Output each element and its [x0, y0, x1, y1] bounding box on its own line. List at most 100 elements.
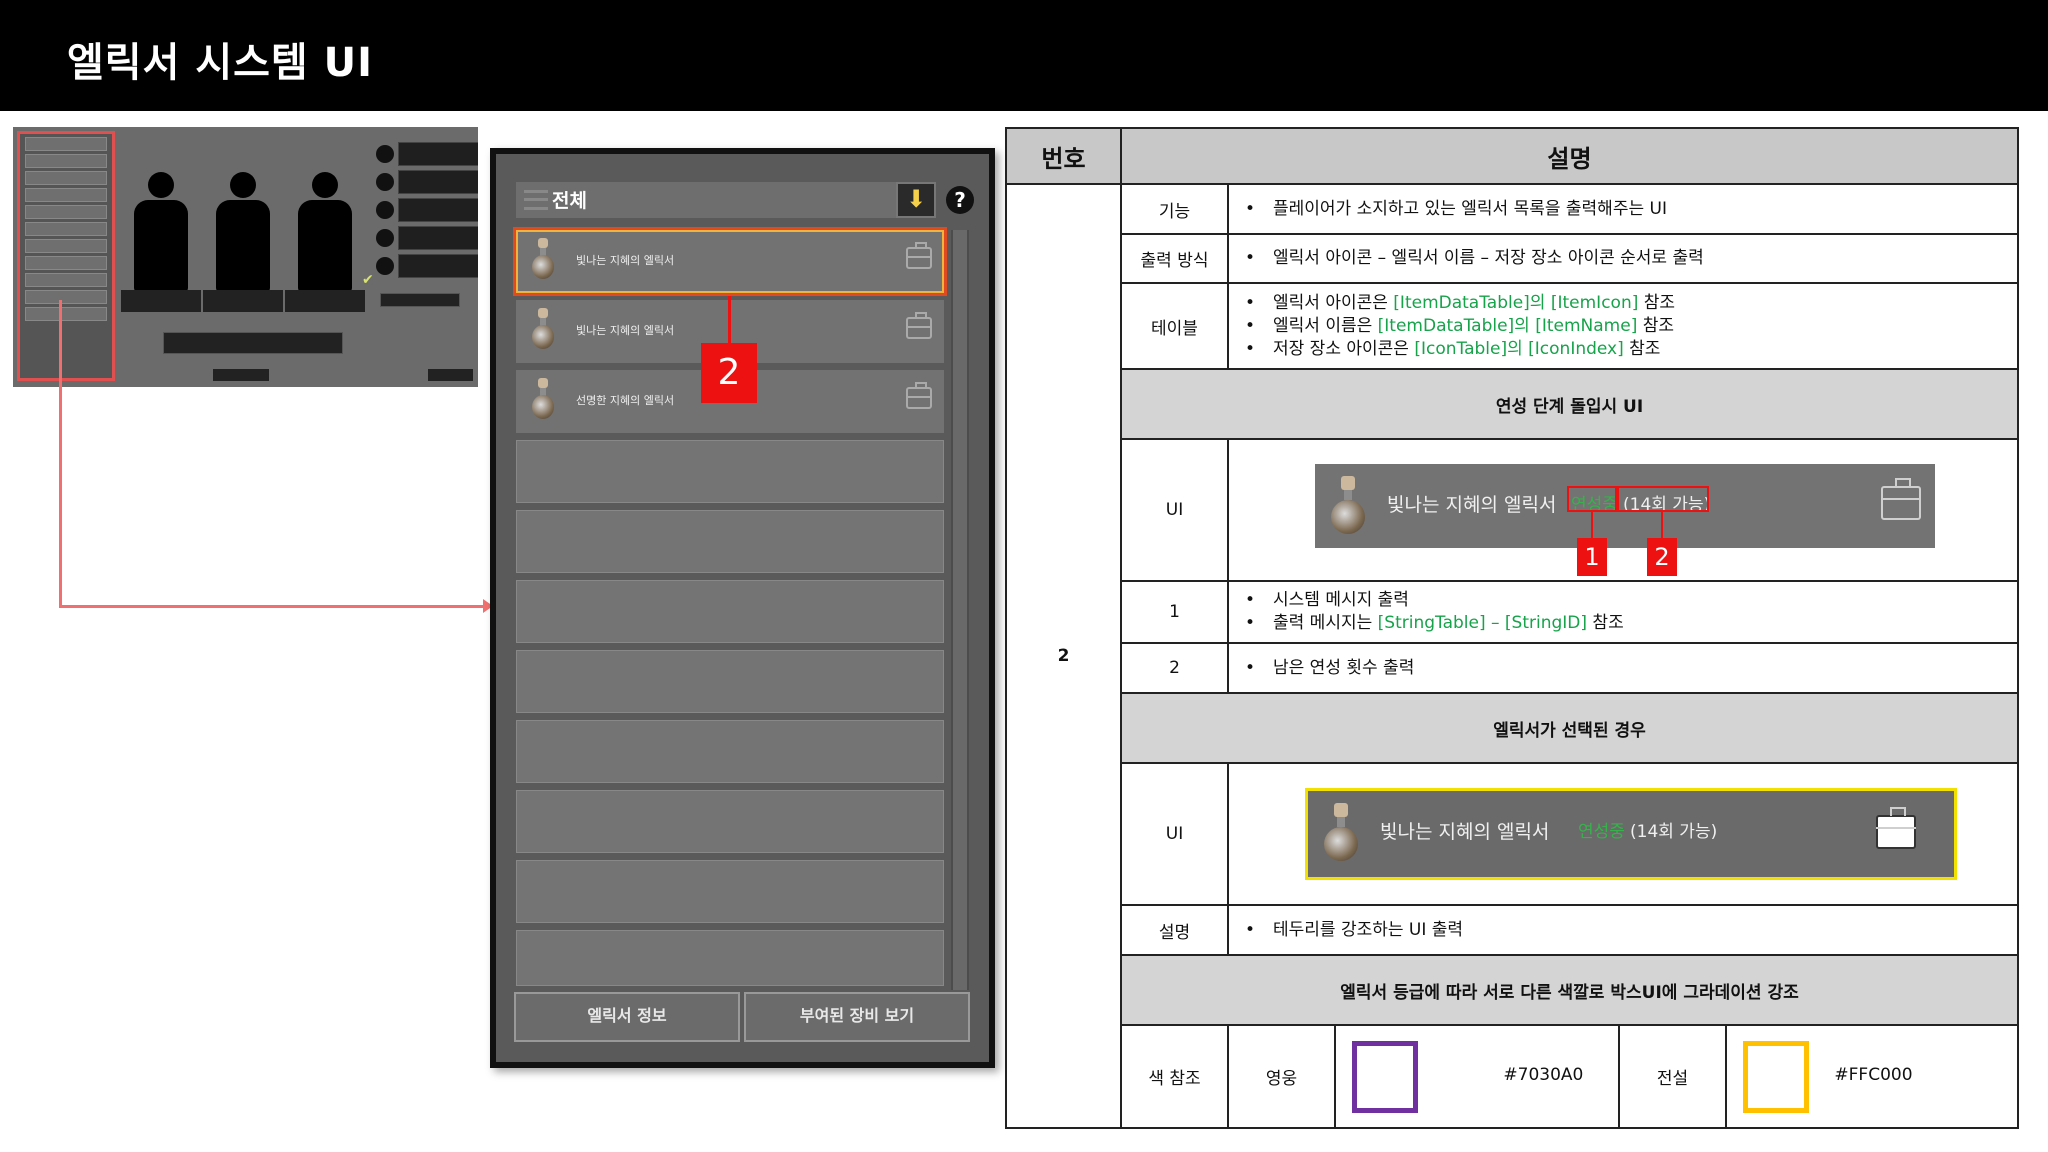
elixir-bottle-icon [1322, 803, 1362, 863]
empty-slot [516, 650, 944, 713]
thumbnail-slot [398, 254, 478, 278]
selected-preview-cell: 빛나는 지혜의 엘릭서 연성중 (14회 가능) [1227, 762, 2019, 906]
page-title: 엘릭서 시스템 UI [67, 40, 374, 86]
grade-legend: 전설 [1618, 1024, 1727, 1129]
elixir-list-panel: 전체 ⬇ ? 빛나는 지혜의 엘릭서 빛나는 지혜의 엘릭서 선명한 지혜의 엘… [490, 148, 995, 1068]
callout-marker-2: 2 [1647, 538, 1677, 576]
marker-line [1591, 512, 1593, 540]
check-icon: ✔ [362, 272, 374, 288]
storage-bag-icon [1876, 807, 1916, 849]
legend-color-swatch [1743, 1040, 1809, 1113]
empty-slot [516, 440, 944, 503]
slot-circle-icon [376, 257, 394, 275]
empty-slot [516, 720, 944, 783]
section-smelting-ui: 연성 단계 돌입시 UI [1120, 368, 2019, 440]
slot-circle-icon [376, 173, 394, 191]
connector-line [59, 605, 490, 608]
filter-bar[interactable]: 전체 [516, 182, 934, 218]
label-function: 기능 [1120, 183, 1229, 235]
scrollbar[interactable] [951, 230, 969, 990]
character-silhouette [290, 172, 360, 292]
empty-slot [516, 930, 944, 986]
thumbnail-slot [398, 170, 478, 194]
main-screen-thumbnail: ✔ [13, 127, 478, 387]
elixir-name: 선명한 지혜의 엘릭서 [576, 394, 675, 407]
label-row-1: 1 [1120, 580, 1229, 644]
thumbnail-button [213, 369, 269, 381]
highlight-box [1567, 486, 1617, 512]
selected-preview: 빛나는 지혜의 엘릭서 연성중 (14회 가능) [1305, 788, 1957, 880]
storage-bag-icon [906, 312, 932, 339]
download-arrow-icon[interactable]: ⬇ [896, 182, 936, 218]
elixir-bottle-icon [1329, 476, 1369, 536]
label-ui: UI [1120, 438, 1229, 582]
legend-color-cell: #FFC000 [1725, 1024, 2019, 1129]
character-silhouette [126, 172, 196, 292]
menu-icon[interactable] [524, 190, 548, 210]
row-number: 2 [1005, 183, 1122, 1129]
label-ui: UI [1120, 762, 1229, 906]
hero-color-hex: #7030A0 [1503, 1064, 1584, 1085]
grade-hero: 영웅 [1227, 1024, 1336, 1129]
title-bar: 엘릭서 시스템 UI [0, 0, 2048, 111]
thumbnail-slot [398, 226, 478, 250]
callout-marker: 2 [701, 343, 757, 403]
preview-elixir-name: 빛나는 지혜의 엘릭서 [1387, 494, 1557, 516]
character-silhouette [208, 172, 278, 292]
smelting-preview-cell: 빛나는 지혜의 엘릭서 연성중 (14회 가능) 1 2 [1227, 438, 2019, 582]
thumbnail-elixir-list [17, 131, 115, 381]
thumbnail-side-button [380, 293, 460, 307]
function-description: 플레이어가 소지하고 있는 엘릭서 목록을 출력해주는 UI [1227, 183, 2019, 235]
highlight-box [1617, 486, 1709, 512]
label-table: 테이블 [1120, 282, 1229, 370]
storage-bag-icon [906, 382, 932, 409]
elixir-bottle-icon [530, 238, 556, 282]
elixir-name: 빛나는 지혜의 엘릭서 [576, 324, 675, 337]
empty-slot [516, 790, 944, 853]
thumbnail-slot [398, 198, 478, 222]
legend-color-hex: #FFC000 [1834, 1064, 1913, 1085]
row-2-description: 남은 연성 횟수 출력 [1227, 642, 2019, 694]
equipped-gear-button[interactable]: 부여된 장비 보기 [744, 992, 970, 1042]
label-color-ref: 색 참조 [1120, 1024, 1229, 1129]
empty-slot [516, 580, 944, 643]
column-header-number: 번호 [1005, 127, 1122, 185]
help-icon[interactable]: ? [946, 186, 974, 214]
thumbnail-caption [285, 290, 365, 312]
label-output: 출력 방식 [1120, 233, 1229, 284]
marker-line [728, 296, 731, 346]
label-selected-desc: 설명 [1120, 904, 1229, 956]
thumbnail-slot [398, 142, 478, 166]
column-header-description: 설명 [1120, 127, 2019, 185]
elixir-list-item[interactable]: 빛나는 지혜의 엘릭서 [513, 227, 947, 296]
elixir-bottle-icon [530, 378, 556, 422]
thumbnail-caption [203, 290, 283, 312]
output-description: 엘릭서 아이콘 – 엘릭서 이름 – 저장 장소 아이콘 순서로 출력 [1227, 233, 2019, 284]
hero-color-swatch [1352, 1040, 1418, 1113]
thumbnail-caption [121, 290, 201, 312]
marker-line [1661, 512, 1663, 540]
storage-bag-icon [1881, 478, 1921, 520]
thumbnail-button [428, 369, 473, 381]
slot-circle-icon [376, 145, 394, 163]
selected-description: 테두리를 강조하는 UI 출력 [1227, 904, 2019, 956]
elixir-name: 빛나는 지혜의 엘릭서 [576, 254, 675, 267]
description-table: 번호 설명 2 기능 플레이어가 소지하고 있는 엘릭서 목록을 출력해주는 U… [1005, 127, 2019, 1129]
smelting-message: 연성중 [1578, 822, 1625, 842]
smelting-preview: 빛나는 지혜의 엘릭서 연성중 (14회 가능) [1315, 464, 1935, 548]
thumbnail-notice [138, 319, 368, 325]
elixir-info-button[interactable]: 엘릭서 정보 [514, 992, 740, 1042]
preview-elixir-name: 빛나는 지혜의 엘릭서 [1380, 821, 1550, 843]
scrollbar-thumb[interactable] [953, 230, 967, 990]
thumbnail-progress [163, 332, 343, 354]
empty-slot [516, 860, 944, 923]
filter-label: 전체 [552, 190, 587, 212]
label-row-2: 2 [1120, 642, 1229, 694]
slot-circle-icon [376, 201, 394, 219]
empty-slot [516, 510, 944, 573]
remaining-count: (14회 가능) [1630, 822, 1718, 842]
callout-marker-1: 1 [1577, 538, 1607, 576]
section-selected: 엘릭서가 선택된 경우 [1120, 692, 2019, 764]
storage-bag-icon [906, 242, 932, 269]
row-1-description: 시스템 메시지 출력 출력 메시지는 [StringTable] – [Stri… [1227, 580, 2019, 644]
